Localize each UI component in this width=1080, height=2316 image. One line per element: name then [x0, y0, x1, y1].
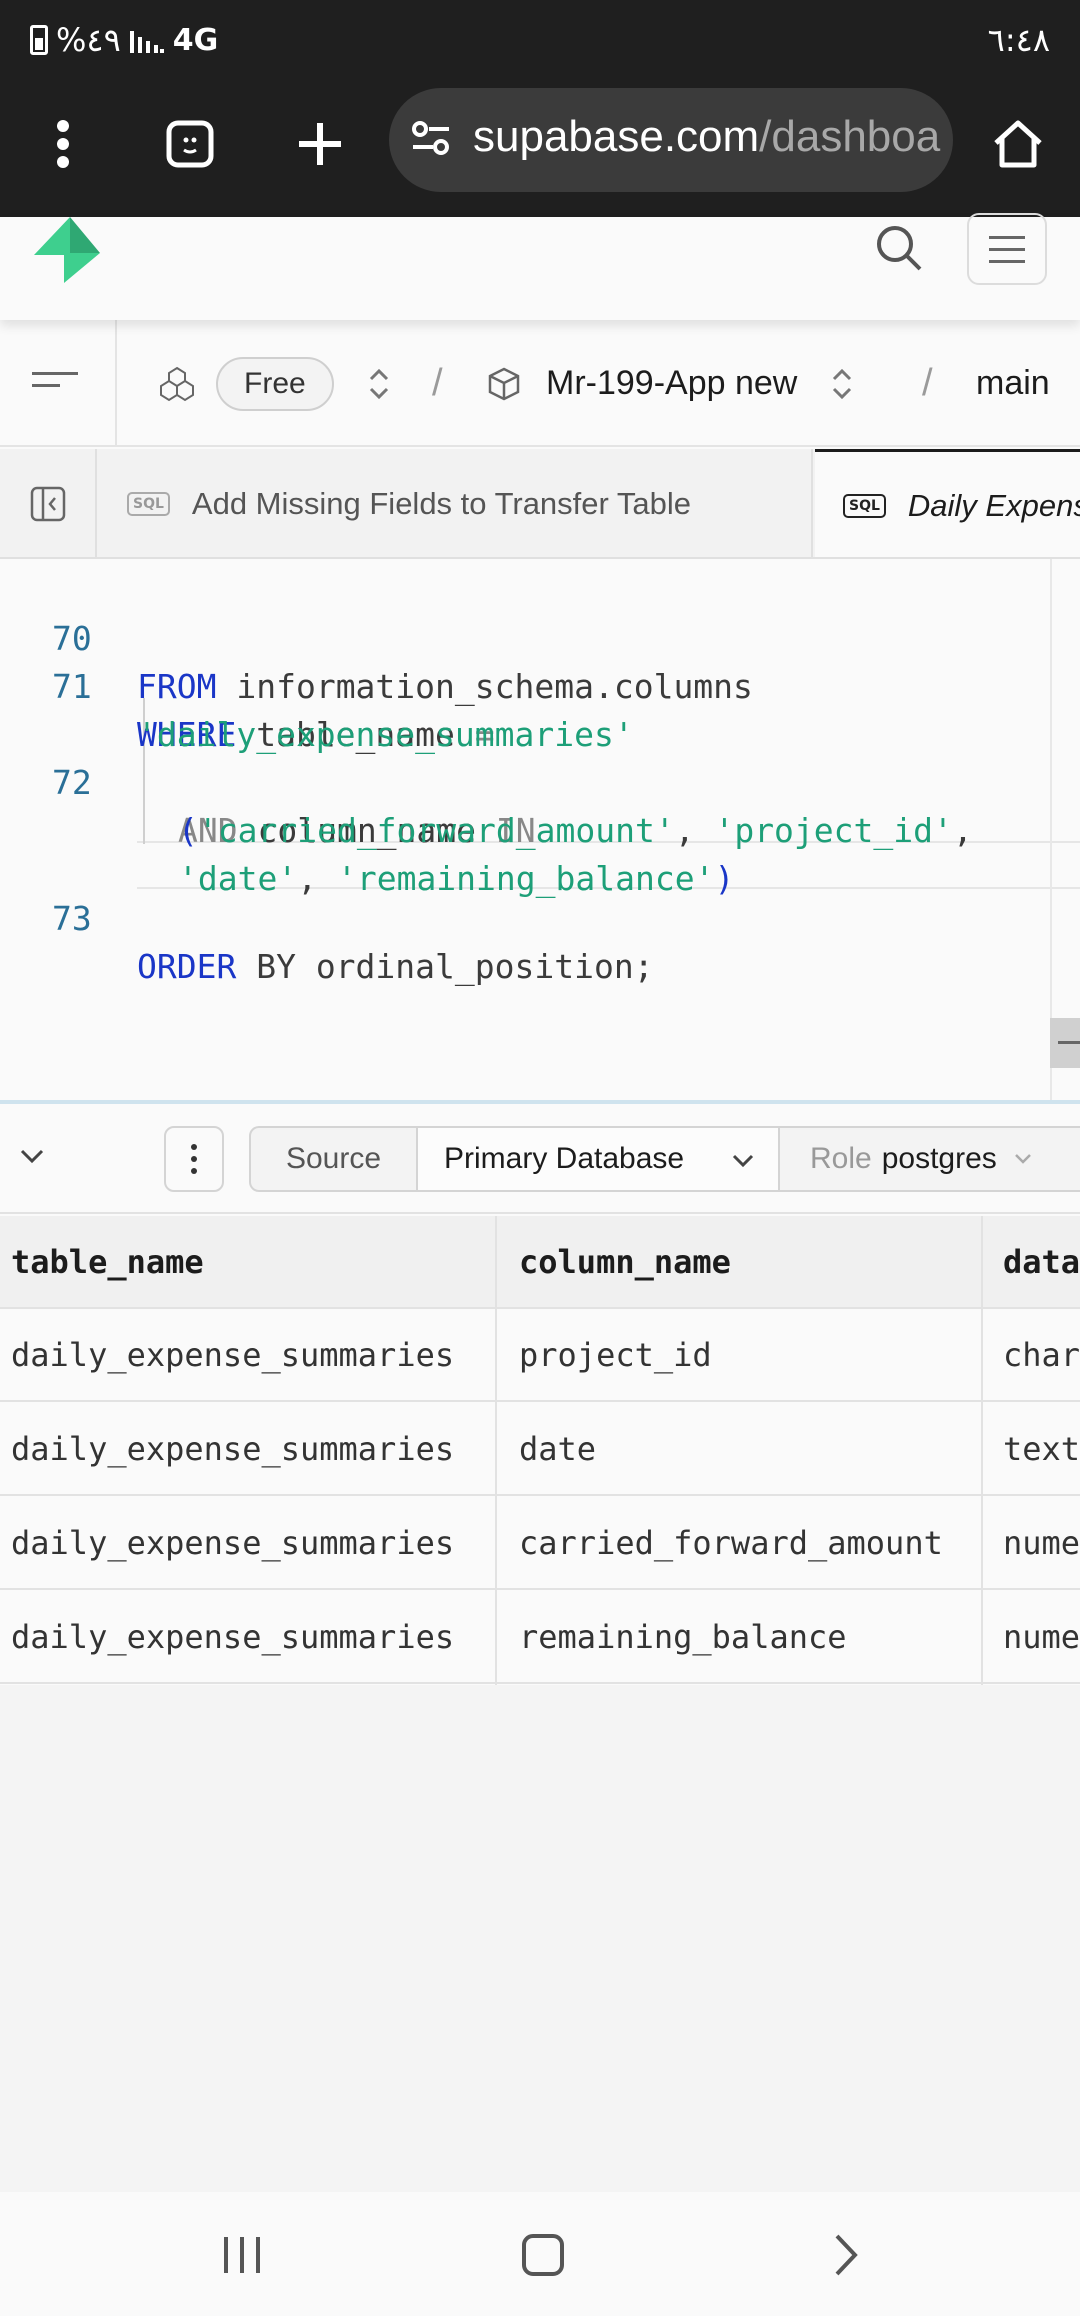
address-bar[interactable]: supabase.com/dashboa — [389, 88, 953, 192]
plan-badge: Free — [216, 356, 334, 411]
chevron-right-icon[interactable] — [806, 2220, 886, 2290]
table-cell[interactable]: char — [1003, 1309, 1080, 1402]
network-type: 4G — [172, 22, 219, 58]
system-nav-bar — [0, 2192, 1080, 2316]
hamburger-menu-button[interactable] — [967, 213, 1047, 285]
home-icon[interactable] — [978, 104, 1058, 184]
code-line-72-wrap1: ('carried_forward_amount', 'project_id', — [178, 811, 973, 850]
table-cell[interactable]: remaining_balance — [519, 1591, 979, 1684]
code-line-73: 73 ORDER BY ordinal_position; — [0, 847, 654, 986]
table-row[interactable]: daily_expense_summaries carried_forward_… — [0, 1497, 1080, 1590]
table-cell[interactable]: text — [1003, 1403, 1080, 1496]
sql-editor[interactable]: 70 FROM information_schema.columns 71 WH… — [0, 559, 1080, 1101]
organization-icon — [160, 366, 194, 401]
table-cell[interactable]: nume — [1003, 1591, 1080, 1684]
code-line-71: 71 WHERE table_name = — [0, 615, 495, 754]
column-header[interactable]: data — [1003, 1216, 1080, 1309]
project-name: Mr-199-App new — [546, 364, 798, 402]
column-divider[interactable] — [981, 1216, 983, 1685]
site-settings-icon[interactable] — [411, 120, 451, 156]
browser-toolbar: supabase.com/dashboa — [0, 80, 1080, 217]
battery-icon — [30, 25, 48, 55]
tab-switcher-icon[interactable] — [150, 104, 230, 184]
tab-label: Add Missing Fields to Transfer Table — [191, 486, 692, 521]
branch-crumb[interactable]: main — [976, 320, 1050, 445]
table-cell[interactable]: date — [519, 1403, 979, 1496]
column-header[interactable]: table_name — [11, 1216, 491, 1309]
signal-icon — [129, 31, 164, 53]
clock: ٦:٤٨ — [987, 21, 1050, 59]
results-empty-area — [0, 1685, 1080, 2192]
search-icon[interactable] — [874, 223, 924, 273]
table-cell[interactable]: daily_expense_summaries — [11, 1403, 491, 1496]
plus-icon[interactable] — [280, 104, 360, 184]
switcher-icon[interactable] — [368, 366, 390, 402]
chevron-down-icon — [732, 1154, 754, 1168]
code-line-70: 70 FROM information_schema.columns — [0, 567, 753, 706]
table-cell[interactable]: carried_forward_amount — [519, 1497, 979, 1590]
tab-daily-expense[interactable]: SQL Daily Expens — [815, 449, 1080, 557]
home-square-icon[interactable] — [503, 2220, 583, 2290]
table-cell[interactable]: nume — [1003, 1497, 1080, 1590]
results-toolbar: Source Primary Database Role postgres — [0, 1104, 1080, 1214]
switcher-icon[interactable] — [831, 366, 853, 402]
sql-icon: SQL — [127, 492, 170, 516]
database-select[interactable]: Primary Database — [416, 1126, 780, 1192]
table-row[interactable]: daily_expense_summaries remaining_balanc… — [0, 1591, 1080, 1684]
tab-add-missing-fields[interactable]: SQL Add Missing Fields to Transfer Table — [99, 449, 813, 557]
more-vert-icon[interactable] — [23, 104, 103, 184]
column-header[interactable]: column_name — [519, 1216, 979, 1309]
table-header-row: table_name column_name data — [0, 1216, 1080, 1309]
supabase-bolt-icon[interactable] — [30, 217, 104, 283]
code-line-71-wrap: 'daily_expense_summaries' — [137, 715, 634, 754]
table-cell[interactable]: project_id — [519, 1309, 979, 1402]
chevron-down-icon — [1014, 1154, 1031, 1164]
sidebar-toggle-button[interactable] — [0, 449, 97, 557]
status-bar: %٤٩ 4G ٦:٤٨ — [0, 0, 1080, 80]
panel-toggle-icon — [30, 486, 65, 522]
sql-tabs: SQL Add Missing Fields to Transfer Table… — [0, 449, 1080, 559]
table-cell[interactable]: daily_expense_summaries — [11, 1497, 491, 1590]
url-text: supabase.com/dashboa — [473, 112, 941, 161]
table-cell[interactable]: daily_expense_summaries — [11, 1309, 491, 1402]
project-box-icon — [488, 367, 520, 400]
collapse-chevron-icon[interactable] — [14, 1138, 50, 1174]
table-cell[interactable]: daily_expense_summaries — [11, 1591, 491, 1684]
source-label: Source — [249, 1126, 418, 1192]
project-crumb[interactable]: Mr-199-App new — [486, 320, 853, 445]
recents-icon[interactable] — [202, 2220, 282, 2290]
line-number: 73 — [52, 899, 92, 938]
tab-label: Daily Expens — [907, 487, 1080, 523]
branch-name: main — [976, 364, 1050, 402]
breadcrumb-separator: / — [922, 362, 933, 404]
column-divider[interactable] — [495, 1216, 497, 1685]
breadcrumb: Free / Mr-199-App new / main — [0, 320, 1080, 447]
sidebar-menu-icon[interactable] — [32, 372, 78, 396]
role-select[interactable]: Role postgres — [778, 1126, 1080, 1192]
app-header — [0, 213, 1080, 320]
table-row[interactable]: daily_expense_summaries project_id char — [0, 1309, 1080, 1402]
results-more-button[interactable] — [164, 1126, 224, 1192]
battery-percent: %٤٩ — [56, 21, 121, 59]
editor-scroll-thumb[interactable] — [1050, 1018, 1080, 1068]
organization-crumb[interactable]: Free — [158, 320, 390, 445]
breadcrumb-separator: / — [432, 362, 443, 404]
sql-icon: SQL — [843, 493, 886, 518]
code-line-72: 72 AND column_name IN — [0, 711, 536, 850]
table-row[interactable]: daily_expense_summaries date text — [0, 1403, 1080, 1496]
